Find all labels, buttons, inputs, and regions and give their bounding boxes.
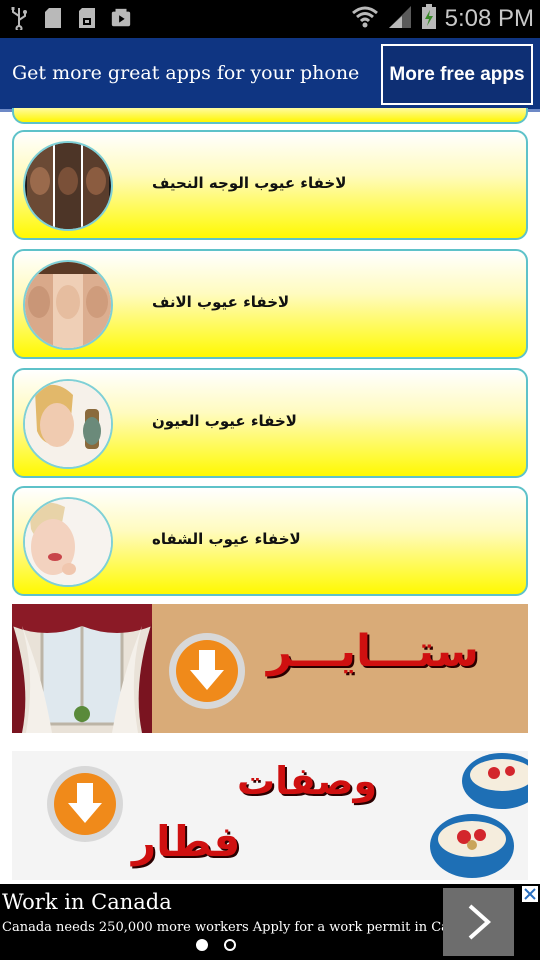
list-item-label: لاخفاء عيوب العيون xyxy=(152,412,297,430)
list-item-thin-face[interactable]: لاخفاء عيوب الوجه النحيف xyxy=(12,130,528,240)
notification-icons xyxy=(8,6,132,30)
list-item-nose[interactable]: لاخفاء عيوب الانف xyxy=(12,249,528,359)
breakfast-ad-title-line1: وصفات xyxy=(237,759,378,803)
sd-card-icon xyxy=(42,6,64,30)
list-item-label: لاخفاء عيوب الوجه النحيف xyxy=(152,174,347,192)
media-icon xyxy=(110,6,132,30)
usb-icon xyxy=(8,6,30,30)
lips-thumbnail xyxy=(23,497,113,587)
battery-charging-icon xyxy=(421,4,437,34)
close-icon xyxy=(522,886,538,902)
list-item-label: لاخفاء عيوب الشفاه xyxy=(152,530,301,548)
page-indicator xyxy=(196,939,236,951)
wifi-icon xyxy=(351,4,379,34)
curtains-ad-title: ستـــايـــر xyxy=(267,626,479,677)
nose-thumbnail xyxy=(23,260,113,350)
status-bar: 5:08 PM xyxy=(0,0,540,38)
curtains-ad-banner[interactable]: ستـــايـــر xyxy=(12,604,528,733)
bottom-ad-open-button[interactable] xyxy=(443,888,514,956)
list-item-eyes[interactable]: لاخفاء عيوب العيون xyxy=(12,368,528,478)
curtains-window-image xyxy=(12,604,152,733)
thin-face-thumbnail xyxy=(23,141,113,231)
list-item-lips[interactable]: لاخفاء عيوب الشفاه xyxy=(12,486,528,596)
bottom-ad-subtitle: Canada needs 250,000 more workers Apply … xyxy=(2,920,482,935)
ad-close-button[interactable] xyxy=(522,886,538,902)
promo-text: Get more great apps for your phone xyxy=(12,62,360,84)
download-icon xyxy=(169,633,245,709)
breakfast-recipes-ad-banner[interactable]: وصفات فطار xyxy=(12,751,528,880)
download-icon xyxy=(47,766,123,842)
signal-icon xyxy=(387,4,413,34)
list-item-partial[interactable] xyxy=(12,108,528,124)
list-item-label: لاخفاء عيوب الانف xyxy=(152,293,290,311)
more-free-apps-button[interactable]: More free apps xyxy=(381,44,533,105)
breakfast-bowls-image xyxy=(422,751,528,880)
promo-banner[interactable]: Get more great apps for your phone More … xyxy=(0,38,540,112)
page-dot[interactable] xyxy=(224,939,236,951)
eyes-thumbnail xyxy=(23,379,113,469)
storage-icon xyxy=(76,6,98,30)
bottom-ad-title: Work in Canada xyxy=(2,890,172,914)
page-dot-active[interactable] xyxy=(196,939,208,951)
bottom-ad-banner[interactable]: Work in Canada Canada needs 250,000 more… xyxy=(0,884,540,960)
clock: 5:08 PM xyxy=(444,5,534,32)
chevron-right-icon xyxy=(468,904,491,940)
breakfast-ad-title-line2: فطار xyxy=(132,817,241,866)
